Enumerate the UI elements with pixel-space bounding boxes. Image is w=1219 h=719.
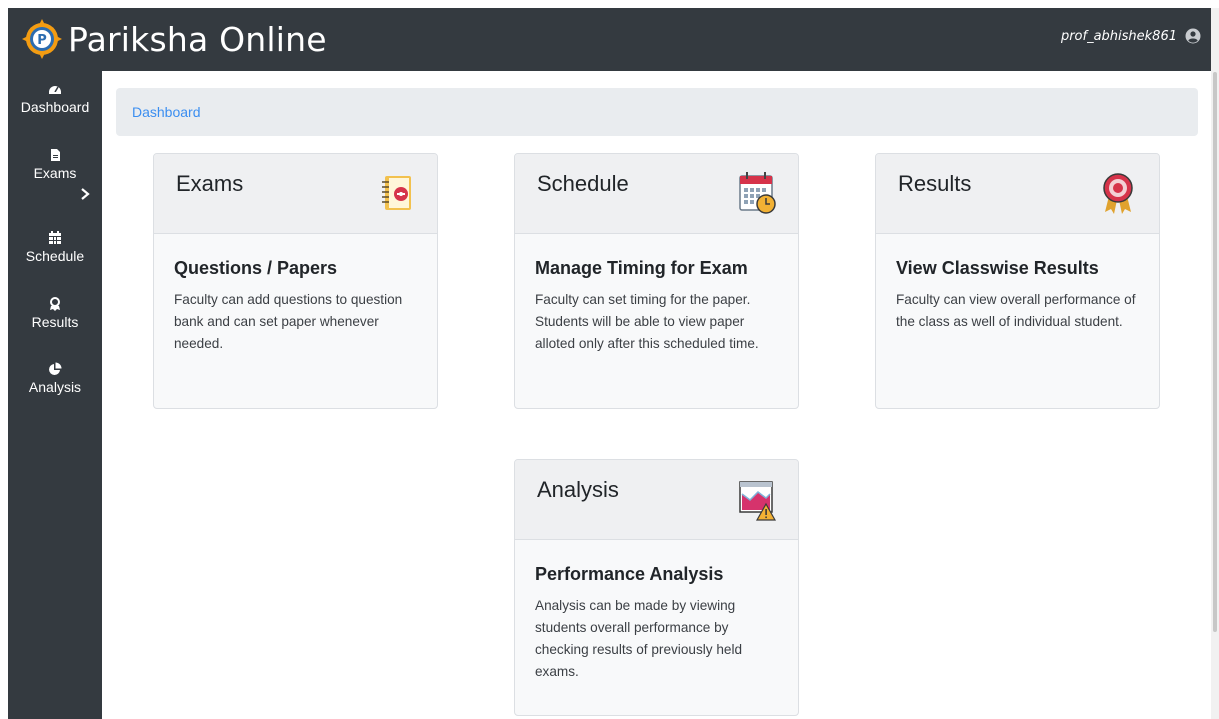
sidebar-item-results[interactable]: Results <box>8 297 102 330</box>
card-subtitle: View Classwise Results <box>896 258 1099 278</box>
breadcrumb: Dashboard <box>116 88 1198 136</box>
card-subtitle: Performance Analysis <box>535 564 724 584</box>
calendar-clock-icon <box>739 172 776 214</box>
svg-text:P: P <box>37 33 47 48</box>
card-header: Exams <box>154 154 437 234</box>
sidebar-item-schedule[interactable]: Schedule <box>8 231 102 264</box>
card-subtitle: Questions / Papers <box>174 258 338 278</box>
user-circle-icon <box>1185 28 1201 44</box>
sidebar-item-label: Exams <box>33 165 77 181</box>
sidebar-item-exams[interactable]: Exams <box>8 148 102 200</box>
award-icon <box>50 297 60 311</box>
card-body: Performance Analysis Analysis can be mad… <box>515 540 798 703</box>
card-title: Schedule <box>537 171 629 196</box>
user-menu[interactable]: prof_abhishek861 <box>1061 28 1201 44</box>
card-title: Exams <box>176 171 244 196</box>
chevron-right-icon[interactable] <box>80 188 90 200</box>
sidebar-item-analysis[interactable]: Analysis <box>8 362 102 395</box>
card-analysis[interactable]: Analysis Performance Analysis Analysis c… <box>514 459 799 716</box>
calendar-icon <box>49 231 61 244</box>
window-frame <box>0 0 8 719</box>
award-ribbon-icon <box>1103 173 1133 214</box>
card-description: Faculty can add questions to question ba… <box>174 292 403 351</box>
card-header: Schedule <box>515 154 798 234</box>
card-title: Analysis <box>537 477 619 502</box>
username: prof_abhishek861 <box>1060 28 1177 44</box>
brand-title: Pariksha Online <box>68 19 327 59</box>
top-navbar: P Pariksha Online prof_abhishek861 <box>8 8 1211 71</box>
card-header: Results <box>876 154 1159 234</box>
card-body: Questions / Papers Faculty can add quest… <box>154 234 437 375</box>
card-schedule[interactable]: Schedule Manage Timing for Exam Faculty … <box>514 153 799 409</box>
sidebar-item-dashboard[interactable]: Dashboard <box>8 82 102 115</box>
scrollbar-thumb[interactable] <box>1213 72 1217 632</box>
card-title: Results <box>898 171 972 196</box>
card-header: Analysis <box>515 460 798 540</box>
card-body: Manage Timing for Exam Faculty can set t… <box>515 234 798 375</box>
card-description: Faculty can view overall performance of … <box>896 292 1136 329</box>
dashboard-icon <box>49 86 61 94</box>
card-description: Faculty can set timing for the paper. St… <box>535 292 759 351</box>
sidebar-item-label: Analysis <box>28 379 82 395</box>
logo-icon: P <box>22 19 62 59</box>
pie-chart-icon <box>49 362 62 375</box>
card-exams[interactable]: Exams Questions / Papers Faculty can add… <box>153 153 438 409</box>
card-results[interactable]: Results View Classwise Results Faculty c… <box>875 153 1160 409</box>
sidebar-item-label: Dashboard <box>20 99 90 115</box>
card-description: Analysis can be made by viewing students… <box>535 598 743 679</box>
card-subtitle: Manage Timing for Exam <box>535 258 748 278</box>
file-icon <box>51 149 60 161</box>
card-body: View Classwise Results Faculty can view … <box>876 234 1159 353</box>
breadcrumb-link-dashboard[interactable]: Dashboard <box>132 104 201 120</box>
brand[interactable]: P Pariksha Online <box>20 14 327 64</box>
sidebar: Dashboard Exams Schedule Results Analysi… <box>8 71 102 719</box>
sidebar-item-label: Schedule <box>25 248 85 264</box>
sidebar-item-label: Results <box>31 314 79 330</box>
chart-warning-icon <box>739 481 777 521</box>
notebook-icon <box>382 176 411 210</box>
